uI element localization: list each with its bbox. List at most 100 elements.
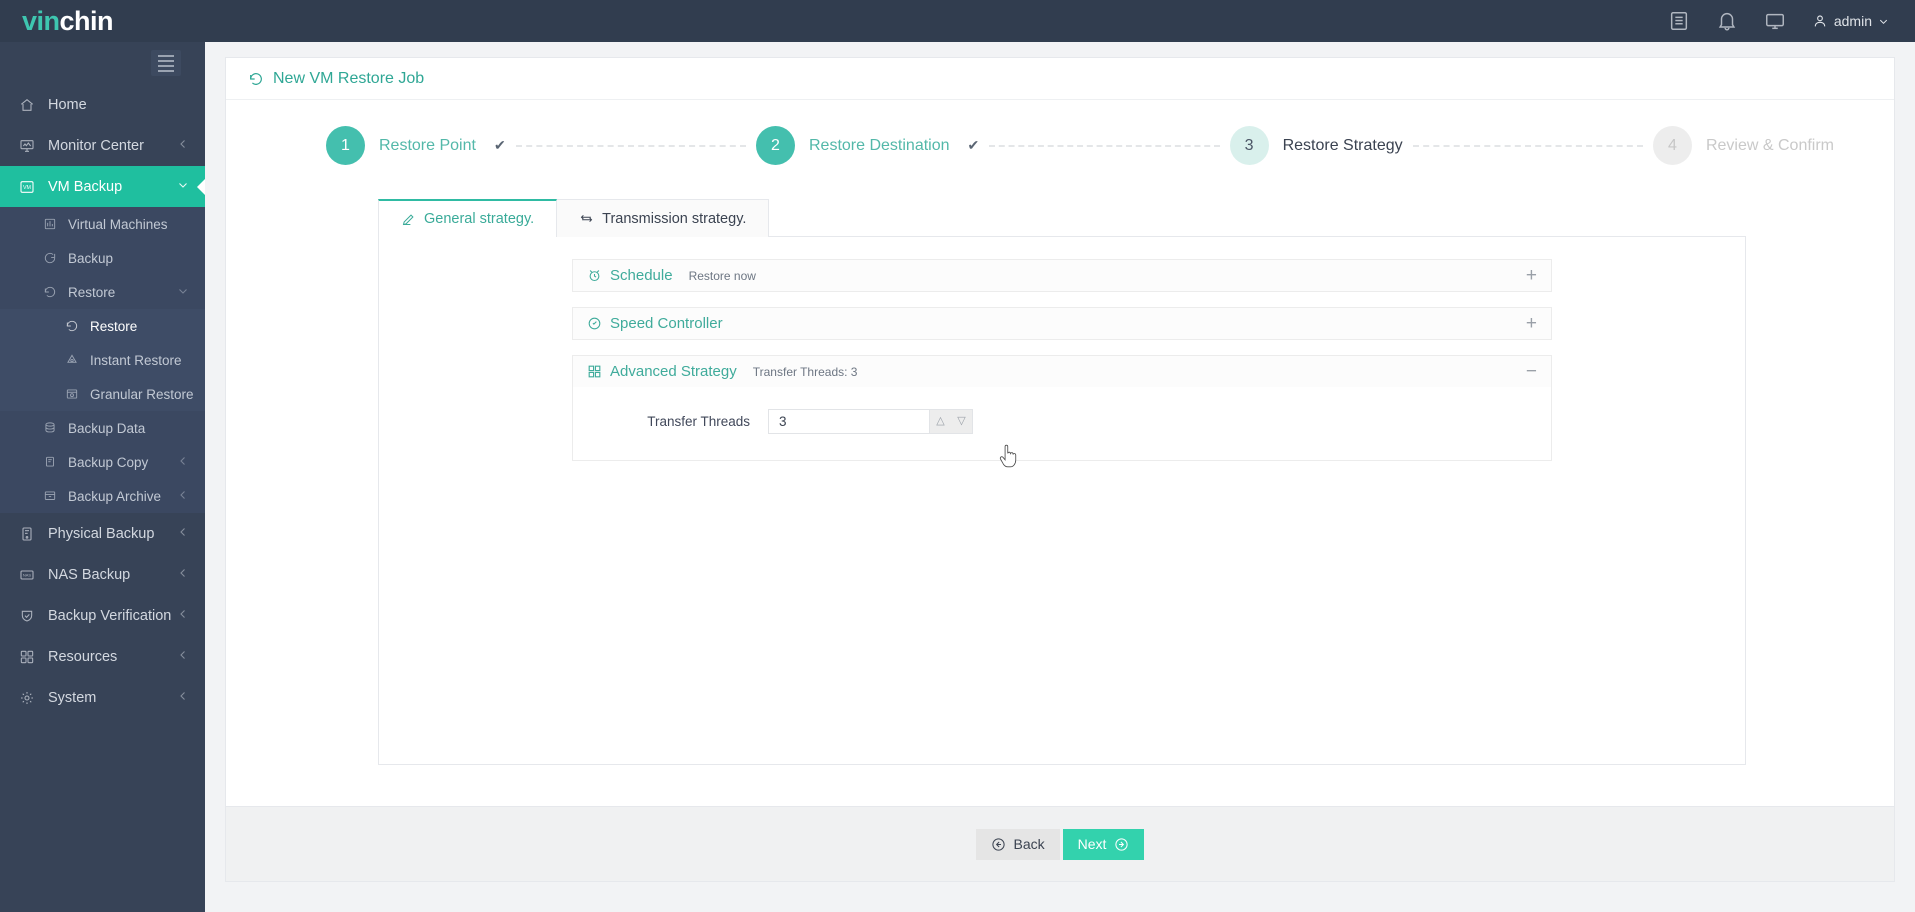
wizard-card: New VM Restore Job 1 Restore Point ✔ 2 Resto… (225, 57, 1895, 882)
burger-line (158, 59, 174, 62)
wizard-steps: 1 Restore Point ✔ 2 Restore Destination ✔ 3 Res… (226, 100, 1894, 165)
chevron-left-icon (177, 138, 189, 154)
home-icon (16, 96, 38, 114)
app-logo[interactable]: vinchin (0, 6, 205, 37)
step-check-icon: ✔ (493, 137, 506, 153)
sidebar-item-label: Monitor Center (48, 137, 144, 154)
sidebar-item-resources[interactable]: Resources (0, 636, 205, 677)
section-advanced-strategy-body: Transfer Threads △ ▽ (573, 387, 1551, 460)
sidebar-item-vm-backup[interactable]: VM VM Backup (0, 166, 205, 207)
sidebar-item-label: Physical Backup (48, 525, 155, 542)
section-title: Schedule (610, 267, 673, 284)
transfer-threads-stepper[interactable]: △ ▽ (768, 409, 973, 434)
step-label: Restore Destination (809, 136, 950, 154)
svg-text:NAS: NAS (23, 572, 32, 577)
next-button[interactable]: Next (1062, 828, 1145, 860)
sidebar-item-label: Resources (48, 648, 118, 665)
svg-text:VM: VM (23, 185, 31, 191)
expand-toggle-icon[interactable]: + (1526, 314, 1537, 333)
monitor-chart-icon (16, 137, 38, 155)
chevron-left-icon (177, 649, 189, 665)
sidebar-item-label: Instant Restore (90, 352, 182, 368)
user-menu[interactable]: admin (1812, 13, 1889, 29)
server-icon (16, 525, 38, 543)
burger-line (158, 64, 174, 67)
section-speed-controller: Speed Controller + (572, 307, 1552, 340)
transfer-threads-input[interactable] (769, 410, 929, 433)
granular-restore-icon (62, 386, 82, 402)
sidebar-item-label: VM Backup (48, 178, 123, 195)
arrow-left-circle-icon (991, 837, 1005, 851)
back-button-label: Back (1013, 836, 1045, 852)
chevron-left-icon (177, 526, 189, 542)
strategy-tabs: General strategy. Transmission strategy. (378, 199, 1746, 237)
wizard-step-4[interactable]: 4 Review & Confirm (1652, 126, 1834, 165)
sidebar-item-system[interactable]: System (0, 677, 205, 718)
wizard-step-2[interactable]: 2 Restore Destination ✔ (756, 126, 979, 165)
pencil-icon (401, 212, 416, 227)
backup-icon (40, 250, 60, 266)
sidebar-item-backup-data[interactable]: Backup Data (0, 411, 205, 445)
sidebar-item-backup[interactable]: Backup (0, 241, 205, 275)
logo-prefix: vin (22, 5, 60, 36)
sidebar-item-virtual-machines[interactable]: Virtual Machines (0, 207, 205, 241)
section-advanced-strategy-header[interactable]: Advanced Strategy Transfer Threads: 3 − (573, 356, 1551, 387)
wizard-step-1[interactable]: 1 Restore Point ✔ (326, 126, 506, 165)
sidebar-item-label: Backup Archive (68, 488, 162, 504)
sidebar-item-instant-restore[interactable]: Instant Restore (0, 343, 205, 377)
wizard-step-3[interactable]: 3 Restore Strategy (1229, 126, 1403, 165)
chevron-left-icon (177, 690, 189, 706)
step-label: Restore Strategy (1282, 136, 1403, 154)
sidebar-item-monitor-center[interactable]: Monitor Center (0, 125, 205, 166)
section-speed-controller-header[interactable]: Speed Controller + (573, 308, 1551, 339)
section-title: Speed Controller (610, 315, 723, 332)
sidebar-item-backup-archive[interactable]: Backup Archive (0, 479, 205, 513)
verify-shield-icon (16, 607, 38, 625)
arrow-right-circle-icon (1115, 837, 1129, 851)
sidebar-item-label: Restore (90, 318, 138, 334)
chevron-down-icon[interactable]: ▽ (957, 416, 965, 427)
vm-icon: VM (16, 178, 38, 196)
sidebar-item-nas-backup[interactable]: NAS NAS Backup (0, 554, 205, 595)
chevron-down-icon (1879, 19, 1888, 24)
list-icon[interactable] (1668, 10, 1690, 32)
sections-container: Schedule Restore now + Speed Controller … (572, 259, 1552, 461)
bell-icon[interactable] (1716, 10, 1738, 32)
sidebar-item-label: Granular Restore (90, 386, 194, 402)
section-schedule: Schedule Restore now + (572, 259, 1552, 292)
sidebar-item-restore[interactable]: Restore (0, 309, 205, 343)
nas-icon: NAS (16, 566, 38, 584)
section-summary: Transfer Threads: 3 (752, 364, 858, 379)
sidebar-nav: Home Monitor Center VM VM Backup Virtual Mac… (0, 84, 205, 718)
chevron-up-icon[interactable]: △ (936, 416, 944, 427)
tab-transmission-strategy[interactable]: Transmission strategy. (557, 199, 770, 237)
sidebar-header (0, 42, 205, 84)
topbar-actions: admin (1668, 10, 1915, 32)
expand-toggle-icon[interactable]: + (1526, 266, 1537, 285)
next-button-label: Next (1077, 836, 1107, 852)
tab-general-strategy[interactable]: General strategy. (378, 199, 558, 237)
sidebar-toggle-button[interactable] (151, 50, 181, 76)
back-button[interactable]: Back (975, 828, 1060, 860)
user-icon (1814, 15, 1826, 27)
sidebar-item-physical-backup[interactable]: Physical Backup (0, 513, 205, 554)
instant-restore-icon (62, 352, 82, 368)
sidebar-item-backup-verification[interactable]: Backup Verification (0, 595, 205, 636)
sidebar-item-label: Backup Data (68, 420, 146, 436)
page-title-text: New VM Restore Job (273, 69, 425, 87)
sidebar-item-restore[interactable]: Restore (0, 275, 205, 309)
sidebar-item-backup-copy[interactable]: Backup Copy (0, 445, 205, 479)
gear-icon (16, 689, 38, 707)
restore-icon (62, 318, 82, 334)
sidebar-item-label: System (48, 689, 97, 706)
logo-suffix: chin (59, 5, 114, 36)
sidebar-item-granular-restore[interactable]: Granular Restore (0, 377, 205, 411)
tab-label: Transmission strategy. (602, 210, 747, 227)
stepper-buttons[interactable]: △ ▽ (929, 410, 972, 433)
collapse-toggle-icon[interactable]: − (1526, 362, 1537, 381)
monitor-icon[interactable] (1764, 10, 1786, 32)
archive-icon (40, 488, 60, 504)
section-schedule-header[interactable]: Schedule Restore now + (573, 260, 1551, 291)
sidebar-item-home[interactable]: Home (0, 84, 205, 125)
user-name: admin (1833, 13, 1872, 29)
